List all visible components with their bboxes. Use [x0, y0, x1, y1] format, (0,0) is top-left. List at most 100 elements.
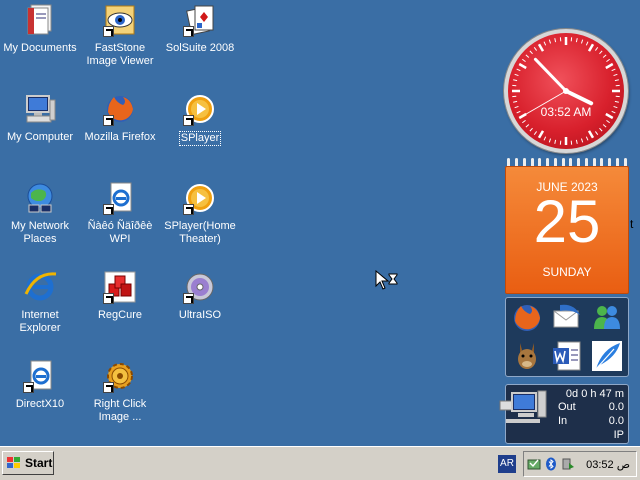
clock-tick: [529, 127, 533, 132]
clock-hour-hand: [564, 89, 594, 106]
clock-tick: [599, 50, 603, 55]
taskbar: Start AR 03:52 ص: [0, 446, 640, 480]
desktop-icon-mozilla-firefox[interactable]: Mozilla Firefox: [80, 90, 160, 168]
clock-tick: [594, 131, 599, 135]
desktop-icon-label: Ñàêó Ñäîðêè WPI: [87, 220, 153, 245]
shortcut-arrow-icon: [23, 382, 34, 393]
desktop-icon-faststone[interactable]: FastStone Image Viewer: [80, 1, 160, 79]
shortcut-arrow-icon: [183, 293, 194, 304]
desktop[interactable]: My Documents My Computer My Network Plac…: [0, 0, 640, 446]
offscreen-text-fragment: t: [630, 217, 634, 231]
analog-clock-gadget[interactable]: 03:52 AM: [504, 29, 628, 153]
clock-tick: [514, 73, 519, 77]
net-out-value: 0.0: [608, 401, 624, 413]
clock-tick: [611, 68, 616, 72]
desktop-icon-right-click-image[interactable]: Right Click Image ...: [80, 357, 160, 435]
clock-tick: [513, 100, 518, 103]
clock-tick: [548, 138, 552, 143]
system-tray: 03:52 ص: [523, 451, 637, 477]
wpi-document-icon: [103, 181, 137, 215]
net-in-value: 0.0: [608, 415, 624, 427]
desktop-icon-label: My Computer: [6, 131, 74, 143]
safely-remove-icon[interactable]: [561, 457, 575, 471]
regcure-icon: [103, 270, 137, 304]
clock-tick: [548, 39, 552, 44]
bluetooth-icon[interactable]: [544, 457, 558, 471]
desktop-icon-label: DirectX10: [15, 398, 65, 410]
clock-tick: [602, 54, 607, 58]
start-label: Start: [25, 456, 53, 470]
shortcut-arrow-icon: [103, 115, 114, 126]
gear-icon: [103, 359, 137, 393]
launcher-word[interactable]: [548, 338, 586, 374]
launcher-feather[interactable]: [588, 338, 626, 374]
desktop-icon-regcure[interactable]: RegCure: [80, 268, 160, 346]
clock-tick: [614, 100, 619, 103]
desktop-icon-my-network-places[interactable]: My Network Places: [0, 179, 80, 257]
clock-tick: [606, 119, 610, 124]
calendar-gadget[interactable]: JUNE 2023 25 SUNDAY: [505, 166, 629, 294]
launcher-firefox[interactable]: [508, 300, 546, 336]
net-uptime: 0d 0 h 47 m: [565, 388, 624, 400]
clock-tick: [554, 38, 557, 43]
windows-logo-icon: [7, 457, 20, 468]
app-launcher-gadget: [505, 297, 629, 377]
messenger-icon: [594, 306, 620, 329]
network-monitor-gadget[interactable]: 0d 0 h 47 m Out 0.0 In 0.0 IP: [499, 384, 629, 444]
clock-tick: [575, 139, 578, 144]
feather-icon: [592, 341, 622, 371]
clock-tick: [602, 124, 607, 128]
emule-mule-icon: [518, 343, 536, 369]
clock-tick: [525, 124, 530, 128]
splayer-icon: [183, 181, 217, 215]
desktop-icon-ultraiso[interactable]: UltraISO: [160, 268, 240, 346]
firefox-icon: [514, 305, 540, 331]
clock-face: [512, 37, 620, 145]
tray-clock[interactable]: 03:52 ص: [586, 458, 630, 471]
net-in-label: In: [558, 415, 568, 427]
desktop-icon-solsuite[interactable]: SolSuite 2008: [160, 1, 240, 79]
desktop-icon-label: SPlayer(Home Theater): [164, 220, 236, 245]
internet-explorer-icon: [23, 270, 57, 304]
directx-document-icon: [23, 359, 57, 393]
firefox-icon: [103, 92, 137, 126]
desktop-icon-my-computer[interactable]: My Computer: [0, 90, 80, 168]
clock-tick: [537, 130, 545, 139]
desktop-icon-internet-explorer[interactable]: Internet Explorer: [0, 268, 80, 346]
desktop-icon-label: My Documents: [3, 42, 77, 54]
antivirus-icon[interactable]: [527, 457, 541, 471]
launcher-emule[interactable]: [508, 338, 546, 374]
desktop-icon-label: Internet Explorer: [19, 309, 61, 334]
shortcut-arrow-icon: [103, 293, 114, 304]
clock-tick: [529, 50, 533, 55]
launcher-thunderbird[interactable]: [548, 300, 586, 336]
network-computers-icon: [499, 390, 547, 423]
shortcut-arrow-icon: [103, 26, 114, 37]
desktop-icon-splayer-home-theater[interactable]: SPlayer(Home Theater): [160, 179, 240, 257]
desktop-icon-label: SolSuite 2008: [165, 42, 235, 54]
word-document-icon: [553, 341, 581, 371]
launcher-messenger[interactable]: [588, 300, 626, 336]
thunderbird-icon: [553, 304, 580, 328]
desktop-icon-label: RegCure: [97, 309, 143, 321]
faststone-eye-icon: [103, 3, 137, 37]
calendar-weekday: SUNDAY: [542, 265, 592, 279]
net-ip-label: IP: [613, 429, 624, 441]
desktop-icon-my-documents[interactable]: My Documents: [0, 1, 80, 79]
desktop-icon-label: FastStone Image Viewer: [86, 42, 154, 67]
desktop-icon-splayer[interactable]: SPlayer: [160, 90, 240, 168]
start-button[interactable]: Start: [2, 451, 54, 475]
desktop-icon-wpi[interactable]: Ñàêó Ñäîðêè WPI: [80, 179, 160, 257]
clock-digital-time: 03:52 AM: [540, 105, 592, 119]
shortcut-arrow-icon: [103, 204, 114, 215]
clock-tick: [537, 43, 545, 52]
clock-tick: [587, 43, 595, 52]
network-places-icon: [23, 181, 57, 215]
desktop-icon-directx10[interactable]: DirectX10: [0, 357, 80, 435]
clock-tick: [543, 41, 547, 46]
clock-tick: [580, 39, 584, 44]
clock-tick: [587, 130, 595, 139]
language-indicator[interactable]: AR: [498, 455, 516, 473]
desktop-icon-label: My Network Places: [10, 220, 70, 245]
clock-tick: [614, 79, 619, 82]
